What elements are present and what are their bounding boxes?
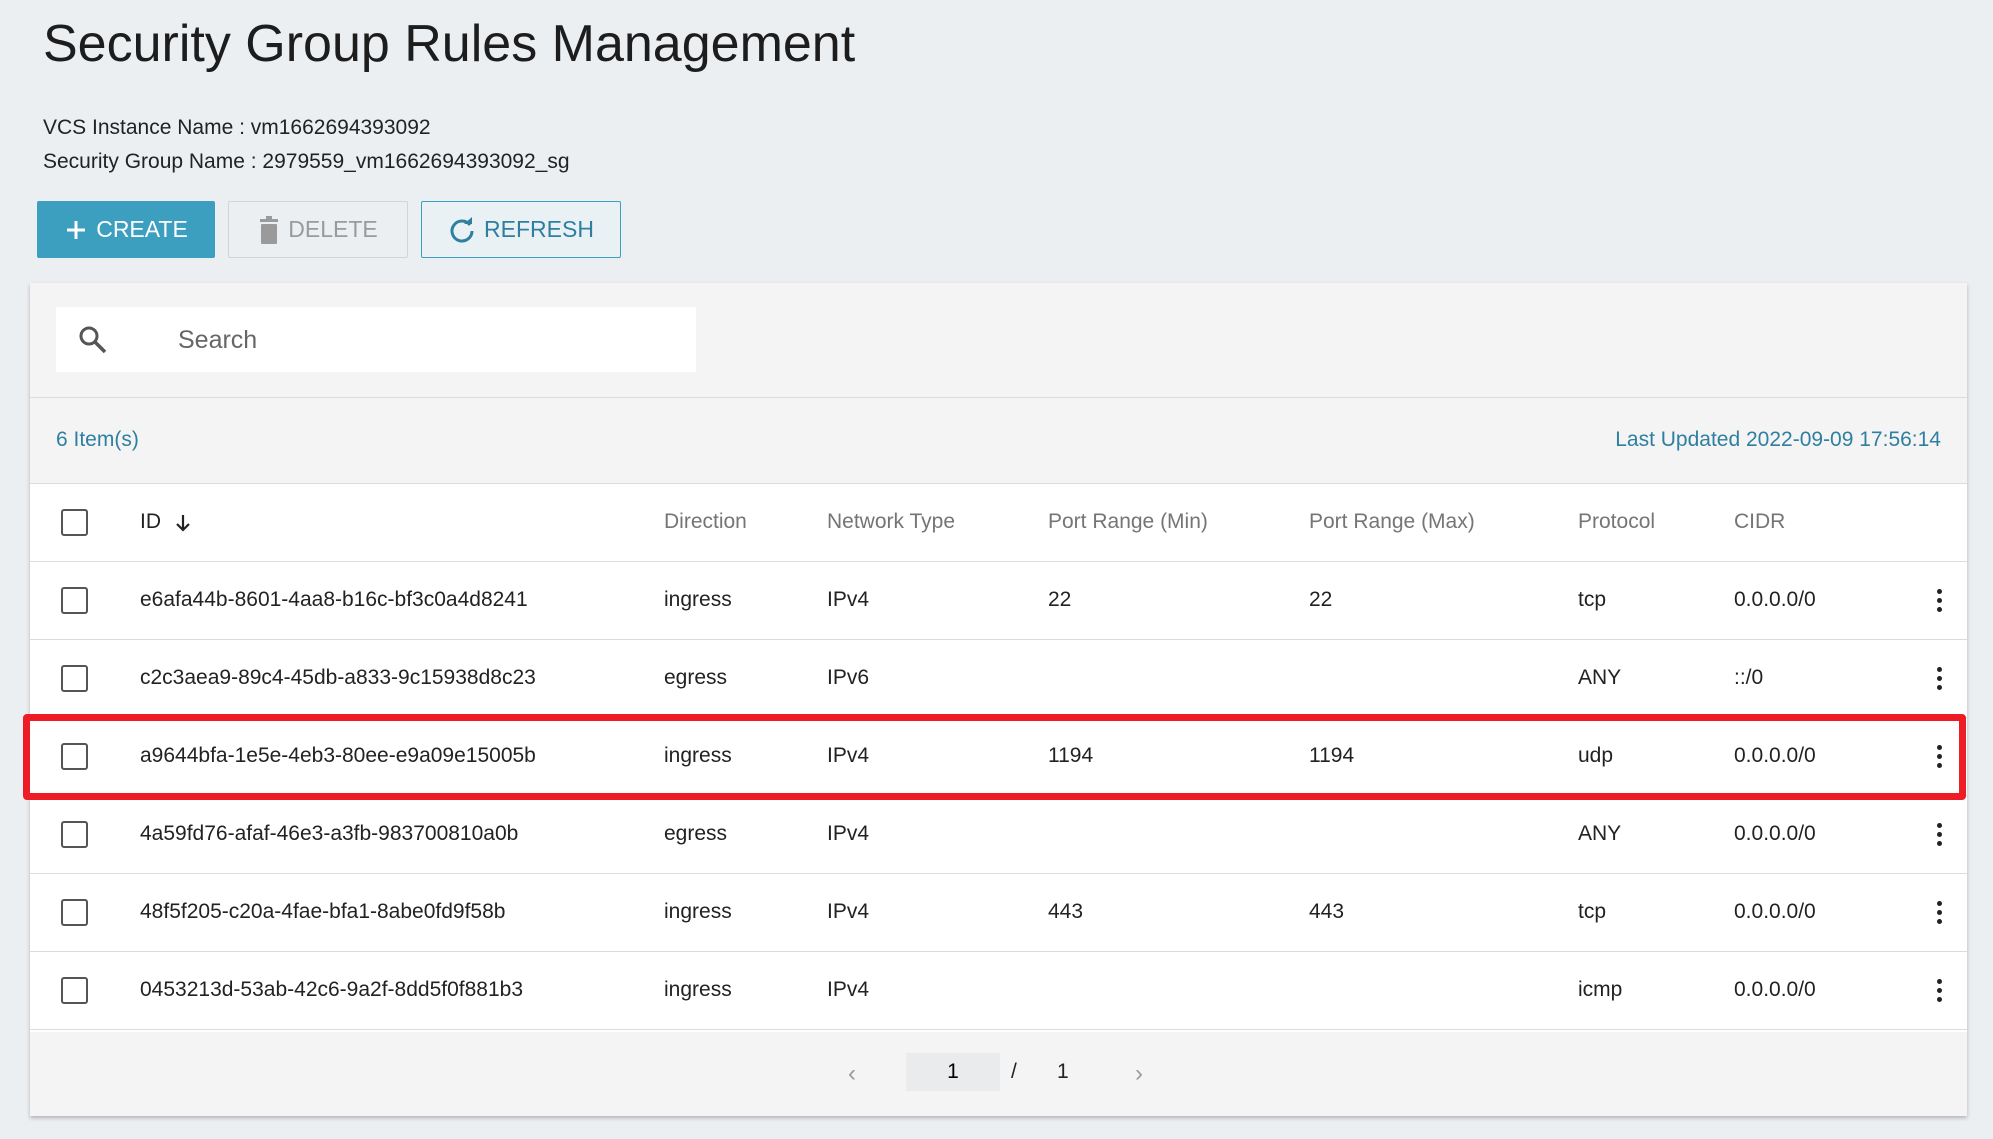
prev-page-button[interactable]: ‹ [848,1060,856,1088]
create-button[interactable]: CREATE [37,201,215,258]
row-checkbox[interactable] [61,664,88,692]
more-vertical-icon[interactable] [1927,900,1951,924]
cell-direction: ingress [664,951,827,1030]
cell-cidr: 0.0.0.0/0 [1734,561,1905,640]
cell-cidr: 0.0.0.0/0 [1734,951,1905,1030]
delete-button-label: DELETE [288,216,378,242]
column-header-id[interactable]: ID [140,484,664,562]
search-input[interactable] [176,321,680,359]
row-checkbox[interactable] [61,586,88,614]
more-vertical-icon[interactable] [1927,666,1951,690]
cell-id: 4a59fd76-afaf-46e3-a3fb-983700810a0b [140,795,664,874]
cell-port-min: 22 [1048,561,1309,640]
search-box[interactable] [56,307,696,372]
last-updated: Last Updated 2022-09-09 17:56:14 [1615,428,1941,451]
cell-cidr: ::/0 [1734,639,1905,718]
more-vertical-icon[interactable] [1927,744,1951,768]
rules-table: ID Direction Network Type Port Range (Mi… [30,484,1967,1030]
delete-button[interactable]: DELETE [228,201,408,258]
refresh-button[interactable]: REFRESH [421,201,621,258]
search-icon [79,326,107,354]
cell-port-max: 22 [1309,561,1578,640]
table-row[interactable]: a9644bfa-1e5e-4eb3-80ee-e9a09e15005b ing… [30,717,1967,796]
table-row[interactable]: 4a59fd76-afaf-46e3-a3fb-983700810a0b egr… [30,795,1967,874]
cell-network-type: IPv4 [827,951,1048,1030]
more-vertical-icon[interactable] [1927,588,1951,612]
more-vertical-icon[interactable] [1927,822,1951,846]
table-row[interactable]: 48f5f205-c20a-4fae-bfa1-8abe0fd9f58b ing… [30,873,1967,952]
column-header-network-type[interactable]: Network Type [827,484,1048,562]
refresh-button-label: REFRESH [484,216,594,242]
pagination: ‹ / 1 › [30,1032,1967,1116]
table-row[interactable]: e6afa44b-8601-4aa8-b16c-bf3c0a4d8241 ing… [30,561,1967,640]
cell-id: e6afa44b-8601-4aa8-b16c-bf3c0a4d8241 [140,561,664,640]
plus-icon [67,220,86,239]
cell-protocol: udp [1578,717,1734,796]
page-number-input[interactable] [906,1053,1000,1091]
cell-protocol: tcp [1578,873,1734,952]
cell-port-min [1048,795,1309,874]
arrow-down-icon [176,514,190,532]
summary-bar: 6 Item(s) Last Updated 2022-09-09 17:56:… [30,398,1967,484]
security-group-name: Security Group Name : 2979559_vm16626943… [43,150,570,173]
column-header-cidr[interactable]: CIDR [1734,484,1905,562]
cell-id: 48f5f205-c20a-4fae-bfa1-8abe0fd9f58b [140,873,664,952]
cell-network-type: IPv4 [827,561,1048,640]
cell-protocol: tcp [1578,561,1734,640]
cell-network-type: IPv4 [827,795,1048,874]
next-page-button[interactable]: › [1135,1060,1143,1088]
row-checkbox[interactable] [61,742,88,770]
cell-port-max [1309,795,1578,874]
cell-id: c2c3aea9-89c4-45db-a833-9c15938d8c23 [140,639,664,718]
cell-direction: ingress [664,873,827,952]
cell-port-max [1309,639,1578,718]
rules-panel: 6 Item(s) Last Updated 2022-09-09 17:56:… [30,283,1967,1116]
create-button-label: CREATE [96,216,188,242]
cell-cidr: 0.0.0.0/0 [1734,795,1905,874]
page-title: Security Group Rules Management [43,15,856,73]
table-row[interactable]: c2c3aea9-89c4-45db-a833-9c15938d8c23 egr… [30,639,1967,718]
instance-name: VCS Instance Name : vm1662694393092 [43,116,431,139]
cell-direction: egress [664,639,827,718]
column-header-port-max[interactable]: Port Range (Max) [1309,484,1578,562]
row-checkbox[interactable] [61,976,88,1004]
cell-network-type: IPv6 [827,639,1048,718]
table-row[interactable]: 0453213d-53ab-42c6-9a2f-8dd5f0f881b3 ing… [30,951,1967,1030]
more-vertical-icon[interactable] [1927,978,1951,1002]
cell-network-type: IPv4 [827,873,1048,952]
item-count: 6 Item(s) [56,428,139,451]
cell-port-max: 1194 [1309,717,1578,796]
cell-port-min: 1194 [1048,717,1309,796]
search-bar [30,283,1967,398]
cell-id: 0453213d-53ab-42c6-9a2f-8dd5f0f881b3 [140,951,664,1030]
cell-direction: ingress [664,717,827,796]
cell-protocol: icmp [1578,951,1734,1030]
page-separator: / [1011,1060,1017,1083]
column-header-direction[interactable]: Direction [664,484,827,562]
cell-direction: ingress [664,561,827,640]
cell-protocol: ANY [1578,795,1734,874]
column-header-protocol[interactable]: Protocol [1578,484,1734,562]
table-header: ID Direction Network Type Port Range (Mi… [30,484,1967,562]
row-checkbox[interactable] [61,820,88,848]
refresh-icon [450,216,474,242]
cell-port-max [1309,951,1578,1030]
cell-direction: egress [664,795,827,874]
select-all-checkbox[interactable] [61,508,88,536]
cell-port-min [1048,639,1309,718]
cell-network-type: IPv4 [827,717,1048,796]
cell-id: a9644bfa-1e5e-4eb3-80ee-e9a09e15005b [140,717,664,796]
cell-port-min: 443 [1048,873,1309,952]
cell-protocol: ANY [1578,639,1734,718]
row-checkbox[interactable] [61,898,88,926]
cell-port-max: 443 [1309,873,1578,952]
cell-cidr: 0.0.0.0/0 [1734,717,1905,796]
trash-icon [260,215,279,244]
total-pages: 1 [1057,1060,1069,1083]
cell-cidr: 0.0.0.0/0 [1734,873,1905,952]
column-header-port-min[interactable]: Port Range (Min) [1048,484,1309,562]
cell-port-min [1048,951,1309,1030]
